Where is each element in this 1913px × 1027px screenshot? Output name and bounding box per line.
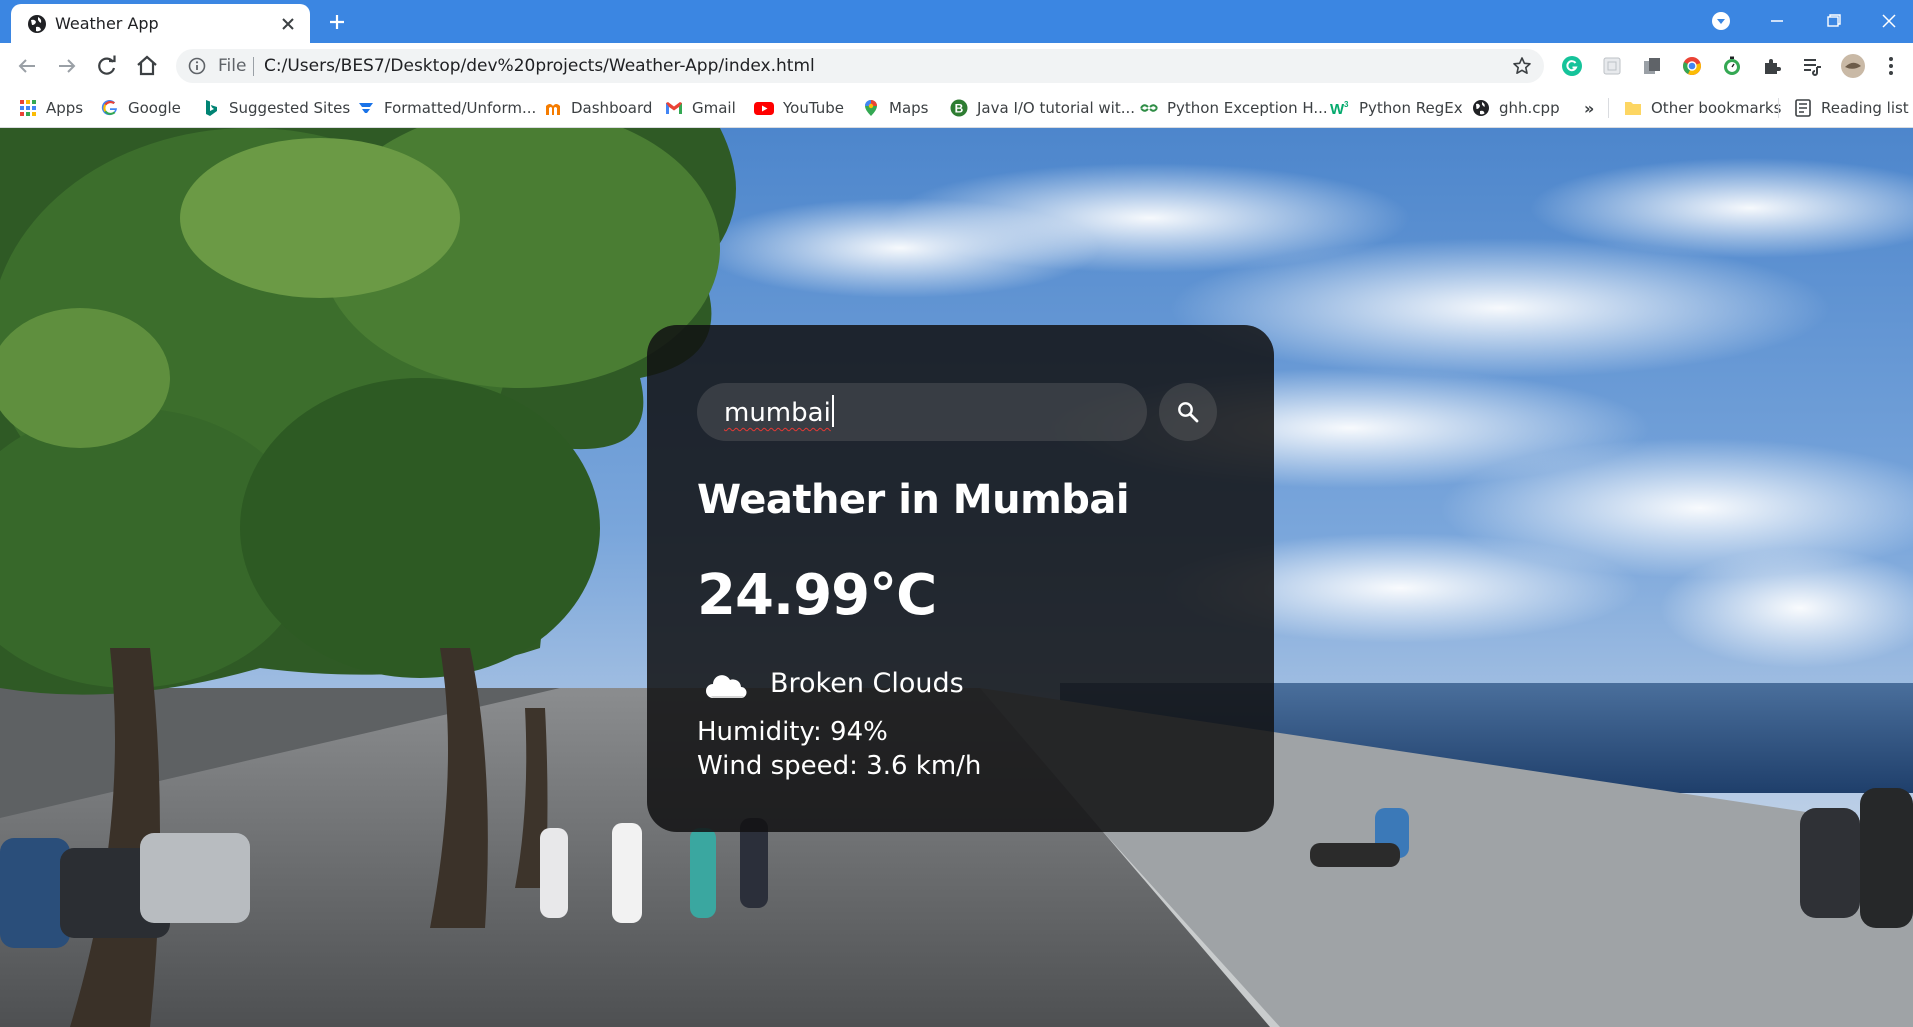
- bookmark-apps[interactable]: Apps: [19, 96, 83, 120]
- w3schools-icon: W 3: [1330, 100, 1349, 117]
- java-icon: B: [950, 99, 968, 117]
- reading-list-icon: [1795, 99, 1811, 117]
- copy-extension-icon[interactable]: [1641, 55, 1663, 77]
- minimize-icon[interactable]: [1762, 8, 1792, 34]
- city-search-input[interactable]: mumbai: [697, 383, 1147, 441]
- bookmark-ghh-cpp[interactable]: ghh.cpp: [1472, 96, 1560, 120]
- search-icon: [1178, 402, 1199, 423]
- bookmark-label: Java I/O tutorial wit...: [977, 99, 1136, 117]
- bookmark-python-exception[interactable]: Python Exception H...: [1140, 96, 1328, 120]
- folder-icon: [1625, 102, 1641, 115]
- bookmark-label: Google: [128, 99, 181, 117]
- close-window-icon[interactable]: [1874, 8, 1904, 34]
- reading-list-button[interactable]: Reading list: [1794, 96, 1909, 120]
- weather-description: Broken Clouds: [770, 668, 964, 699]
- bookmark-dashboard[interactable]: Dashboard: [544, 96, 652, 120]
- bookmark-formatted[interactable]: Formatted/Unform...: [357, 96, 536, 120]
- bookmark-label: Gmail: [692, 99, 736, 117]
- bookmark-label: Formatted/Unform...: [384, 99, 537, 117]
- url-scheme-label: File: [218, 56, 247, 76]
- bookmark-label: Suggested Sites: [229, 99, 351, 117]
- gfg-icon: [1140, 104, 1158, 112]
- info-icon[interactable]: [188, 57, 206, 75]
- bookmark-star-icon[interactable]: [1512, 56, 1532, 76]
- home-icon[interactable]: [134, 53, 160, 79]
- bookmark-label: YouTube: [783, 99, 844, 117]
- city-heading: Weather in Mumbai: [697, 477, 1130, 523]
- extension-page-icon[interactable]: [1601, 55, 1623, 77]
- search-input-value: mumbai: [724, 398, 831, 428]
- reload-icon[interactable]: [94, 53, 120, 79]
- dashboard-icon: [546, 104, 560, 115]
- text-caret: [831, 395, 834, 427]
- media-queue-icon[interactable]: [1801, 55, 1823, 77]
- search-button[interactable]: [1159, 383, 1217, 441]
- weather-card: mumbai Weather in Mumbai 24.99°C Broken …: [647, 325, 1274, 832]
- address-bar[interactable]: File C:/Users/BES7/Desktop/dev%20project…: [176, 49, 1544, 83]
- temperature-value: 24.99°C: [697, 563, 937, 628]
- wind-speed-text: Wind speed: 3.6 km/h: [697, 751, 982, 781]
- cloud-icon: [706, 675, 747, 698]
- svg-text:B: B: [955, 102, 964, 116]
- bookmark-youtube[interactable]: YouTube: [754, 96, 844, 120]
- bookmark-python-regex[interactable]: W 3 Python RegEx: [1330, 96, 1463, 120]
- chrome-extension-icon[interactable]: [1681, 55, 1703, 77]
- chrome-menu-icon[interactable]: [1880, 55, 1902, 77]
- reading-list-divider: [1778, 98, 1779, 118]
- bookmark-label: Maps: [889, 99, 929, 117]
- profile-menu-icon[interactable]: [1706, 8, 1736, 34]
- tab-title: Weather App: [55, 14, 159, 33]
- bookmark-maps[interactable]: Maps: [862, 96, 928, 120]
- tab-strip: Weather App: [0, 0, 1913, 43]
- humidity-text: Humidity: 94%: [697, 717, 888, 747]
- bookmarks-divider: [1608, 98, 1609, 118]
- extensions-puzzle-icon[interactable]: [1761, 55, 1783, 77]
- bookmark-java-io[interactable]: B Java I/O tutorial wit...: [950, 96, 1135, 120]
- bookmark-label: Apps: [46, 99, 84, 117]
- grammarly-icon[interactable]: [1561, 55, 1583, 77]
- svg-text:3: 3: [1344, 100, 1349, 109]
- bookmark-label: Python RegEx: [1359, 99, 1463, 117]
- other-bookmarks-label: Other bookmarks: [1651, 99, 1782, 117]
- bookmarks-overflow-button[interactable]: »: [1584, 96, 1594, 120]
- bookmark-label: Dashboard: [571, 99, 653, 117]
- bookmark-icon: [359, 103, 373, 113]
- restore-icon[interactable]: [1818, 8, 1848, 34]
- bookmark-suggested-sites[interactable]: Suggested Sites: [202, 96, 350, 120]
- url-text[interactable]: C:/Users/BES7/Desktop/dev%20projects/Wea…: [264, 56, 815, 76]
- new-tab-icon[interactable]: [325, 10, 349, 34]
- close-tab-icon[interactable]: [279, 15, 297, 33]
- google-icon: [101, 99, 117, 116]
- globe-icon: [28, 15, 46, 33]
- globe-icon: [1473, 100, 1489, 116]
- youtube-icon: [754, 102, 774, 115]
- other-bookmarks-folder[interactable]: Other bookmarks: [1624, 96, 1781, 120]
- bookmark-label: Python Exception H...: [1167, 99, 1328, 117]
- forward-arrow-icon[interactable]: [54, 53, 80, 79]
- avatar[interactable]: [1840, 53, 1866, 79]
- page-viewport: mumbai Weather in Mumbai 24.99°C Broken …: [0, 128, 1913, 1027]
- timer-extension-icon[interactable]: [1721, 55, 1743, 77]
- gmail-icon: [666, 102, 682, 114]
- bookmark-label: ghh.cpp: [1499, 99, 1560, 117]
- bookmark-google[interactable]: Google: [101, 96, 181, 120]
- browser-toolbar: File C:/Users/BES7/Desktop/dev%20project…: [0, 43, 1913, 88]
- bookmarks-bar: Apps Google Suggested Sites Formatted/Un…: [0, 88, 1913, 128]
- reading-list-label: Reading list: [1821, 99, 1909, 117]
- url-separator: [253, 57, 254, 76]
- apps-grid-icon: [20, 100, 36, 116]
- tab-weather-app[interactable]: Weather App: [11, 4, 310, 43]
- maps-pin-icon: [865, 100, 877, 116]
- svg-text:W: W: [1330, 101, 1345, 117]
- bookmark-gmail[interactable]: Gmail: [665, 96, 736, 120]
- bing-icon: [206, 100, 217, 116]
- back-arrow-icon[interactable]: [14, 53, 40, 79]
